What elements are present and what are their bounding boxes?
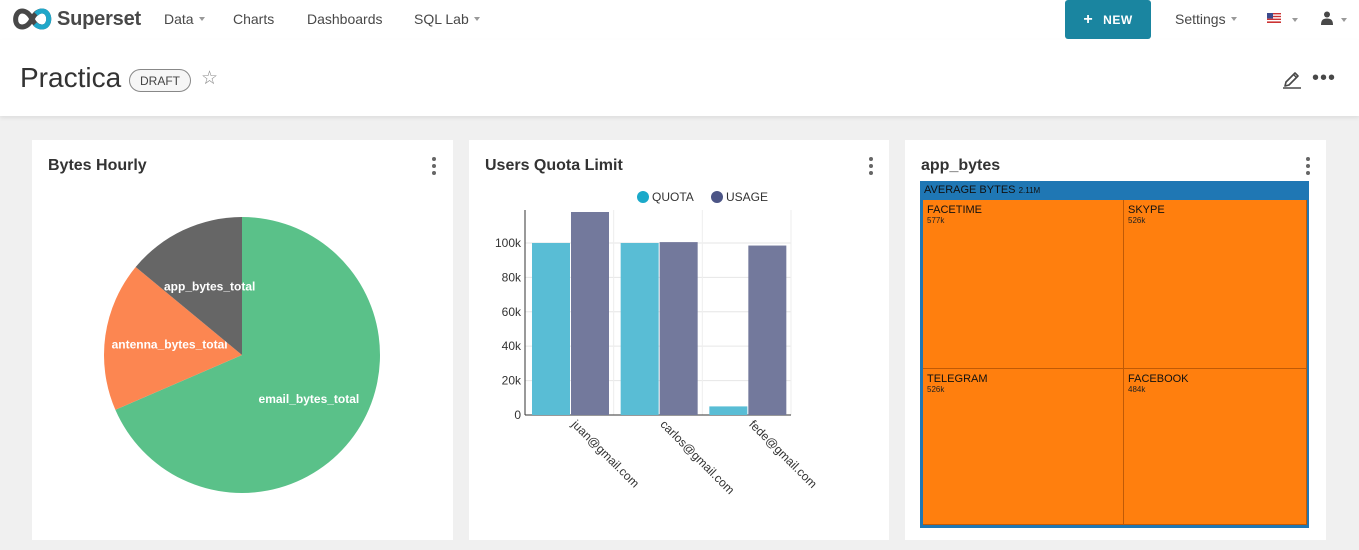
star-icon[interactable]: ☆	[201, 67, 218, 90]
new-button[interactable]: + NEW	[1065, 0, 1151, 39]
nav-data-menu[interactable]: Data	[164, 11, 205, 27]
y-tick-label: 60k	[502, 305, 522, 319]
bar-chart: 0 20k 40k 60k 80k 100k juan@gmail.com carlos@gm…	[495, 210, 820, 497]
treemap-cell-value: 526k	[1128, 216, 1146, 225]
nav-sqllab-menu[interactable]: SQL Lab	[414, 11, 480, 27]
bar-quota-2[interactable]	[709, 406, 748, 415]
bar-quota-1[interactable]	[620, 242, 659, 415]
y-tick-label: 20k	[502, 374, 522, 388]
user-caret-icon[interactable]	[1341, 18, 1347, 22]
pie-slice-label: app_bytes_total	[164, 279, 255, 293]
bar-usage-2[interactable]	[748, 245, 787, 415]
x-tick-label: juan@gmail.com	[568, 417, 642, 491]
more-horizontal-icon[interactable]: •••	[1312, 67, 1336, 90]
y-tick-label: 80k	[502, 270, 522, 284]
superset-logo[interactable]: Superset	[11, 6, 141, 32]
x-tick-label: fede@gmail.com	[746, 417, 820, 491]
treemap-cell-value: 484k	[1128, 385, 1146, 394]
dashboard-title[interactable]: Practica	[20, 62, 121, 94]
top-navbar: Superset Data Charts Dashboards SQL Lab …	[0, 0, 1359, 40]
treemap-cell-label: FACETIME	[927, 204, 983, 216]
treemap-cell-value: 577k	[927, 216, 945, 225]
treemap-root-name: AVERAGE BYTES	[924, 184, 1016, 196]
y-tick-label: 100k	[495, 236, 522, 250]
dashboard-header: Practica DRAFT ☆ •••	[0, 40, 1359, 116]
pie-slice-label: email_bytes_total	[259, 392, 360, 406]
treemap-cell-facetime[interactable]: FACETIME 577k	[923, 200, 1124, 369]
nav-sqllab-label: SQL Lab	[414, 11, 469, 27]
treemap-chart: AVERAGE BYTES 2.11M FACETIME 577k SKYPE …	[920, 181, 1309, 528]
nav-charts-link[interactable]: Charts	[233, 11, 274, 27]
treemap-cell-facebook[interactable]: FACEBOOK 484k	[1124, 369, 1307, 525]
nav-dashboards-link[interactable]: Dashboards	[307, 11, 383, 27]
x-tick-label: carlos@gmail.com	[658, 417, 738, 497]
nav-charts-label: Charts	[233, 11, 275, 27]
brand-name: Superset	[57, 7, 141, 30]
caret-down-icon	[198, 17, 205, 21]
plus-icon: +	[1083, 10, 1094, 28]
treemap-cell-value: 526k	[927, 385, 945, 394]
draft-badge[interactable]: DRAFT	[129, 69, 191, 92]
y-tick-label: 40k	[502, 339, 522, 353]
nav-data-label: Data	[164, 11, 194, 27]
treemap-cell-label: FACEBOOK	[1128, 373, 1189, 385]
us-flag-icon[interactable]	[1267, 13, 1281, 23]
nav-dashboards-label: Dashboards	[307, 11, 383, 27]
user-icon[interactable]	[1321, 11, 1333, 25]
treemap-cell-label: TELEGRAM	[927, 373, 988, 385]
settings-menu[interactable]: Settings	[1175, 11, 1237, 27]
treemap-cell-label: SKYPE	[1128, 204, 1165, 216]
edit-pencil-icon[interactable]	[1282, 67, 1302, 89]
bar-usage-0[interactable]	[571, 212, 609, 415]
chart-menu-icon[interactable]	[1306, 157, 1310, 175]
chart-title: app_bytes	[921, 157, 1001, 174]
pie-chart: email_bytes_total antenna_bytes_total app_…	[104, 217, 381, 493]
chart-card-users-quota-limit: Users Quota Limit QUOTA USAGE 0 20k 40k 60k…	[469, 140, 889, 540]
infinity-logo-icon	[13, 8, 52, 30]
treemap-cell-skype[interactable]: SKYPE 526k	[1124, 200, 1307, 369]
new-button-label: NEW	[1103, 12, 1133, 27]
settings-label: Settings	[1175, 11, 1226, 27]
chart-card-bytes-hourly: Bytes Hourly email_bytes_total antenna_by…	[32, 140, 453, 540]
treemap-cell-telegram[interactable]: TELEGRAM 526k	[923, 369, 1124, 525]
bar-usage-1[interactable]	[659, 242, 698, 415]
pie-slice-label: antenna_bytes_total	[112, 338, 228, 352]
treemap-root-label: AVERAGE BYTES 2.11M	[924, 184, 1040, 196]
caret-down-icon	[1230, 17, 1237, 21]
y-tick-label: 0	[514, 408, 521, 422]
treemap-root-value: 2.11M	[1018, 186, 1041, 195]
caret-down-icon	[473, 17, 480, 21]
language-caret-icon[interactable]	[1292, 18, 1298, 22]
bar-quota-0[interactable]	[532, 242, 570, 415]
